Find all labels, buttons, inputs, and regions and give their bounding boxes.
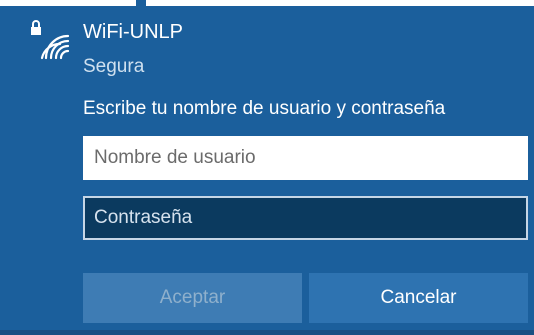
network-security-status: Segura [83, 56, 145, 77]
credentials-prompt: Escribe tu nombre de usuario y contraseñ… [83, 98, 446, 119]
username-input[interactable] [83, 136, 528, 180]
accept-button[interactable]: Aceptar [83, 273, 302, 323]
bottom-edge [0, 330, 534, 335]
wifi-secured-icon [31, 20, 70, 60]
top-edge [0, 0, 534, 6]
password-input[interactable] [83, 196, 528, 240]
wifi-connect-panel: WiFi-UNLP Segura Escribe tu nombre de us… [0, 0, 534, 335]
network-name: WiFi-UNLP [83, 21, 183, 43]
cancel-button[interactable]: Cancelar [309, 273, 528, 323]
top-edge-notch [136, 0, 146, 6]
